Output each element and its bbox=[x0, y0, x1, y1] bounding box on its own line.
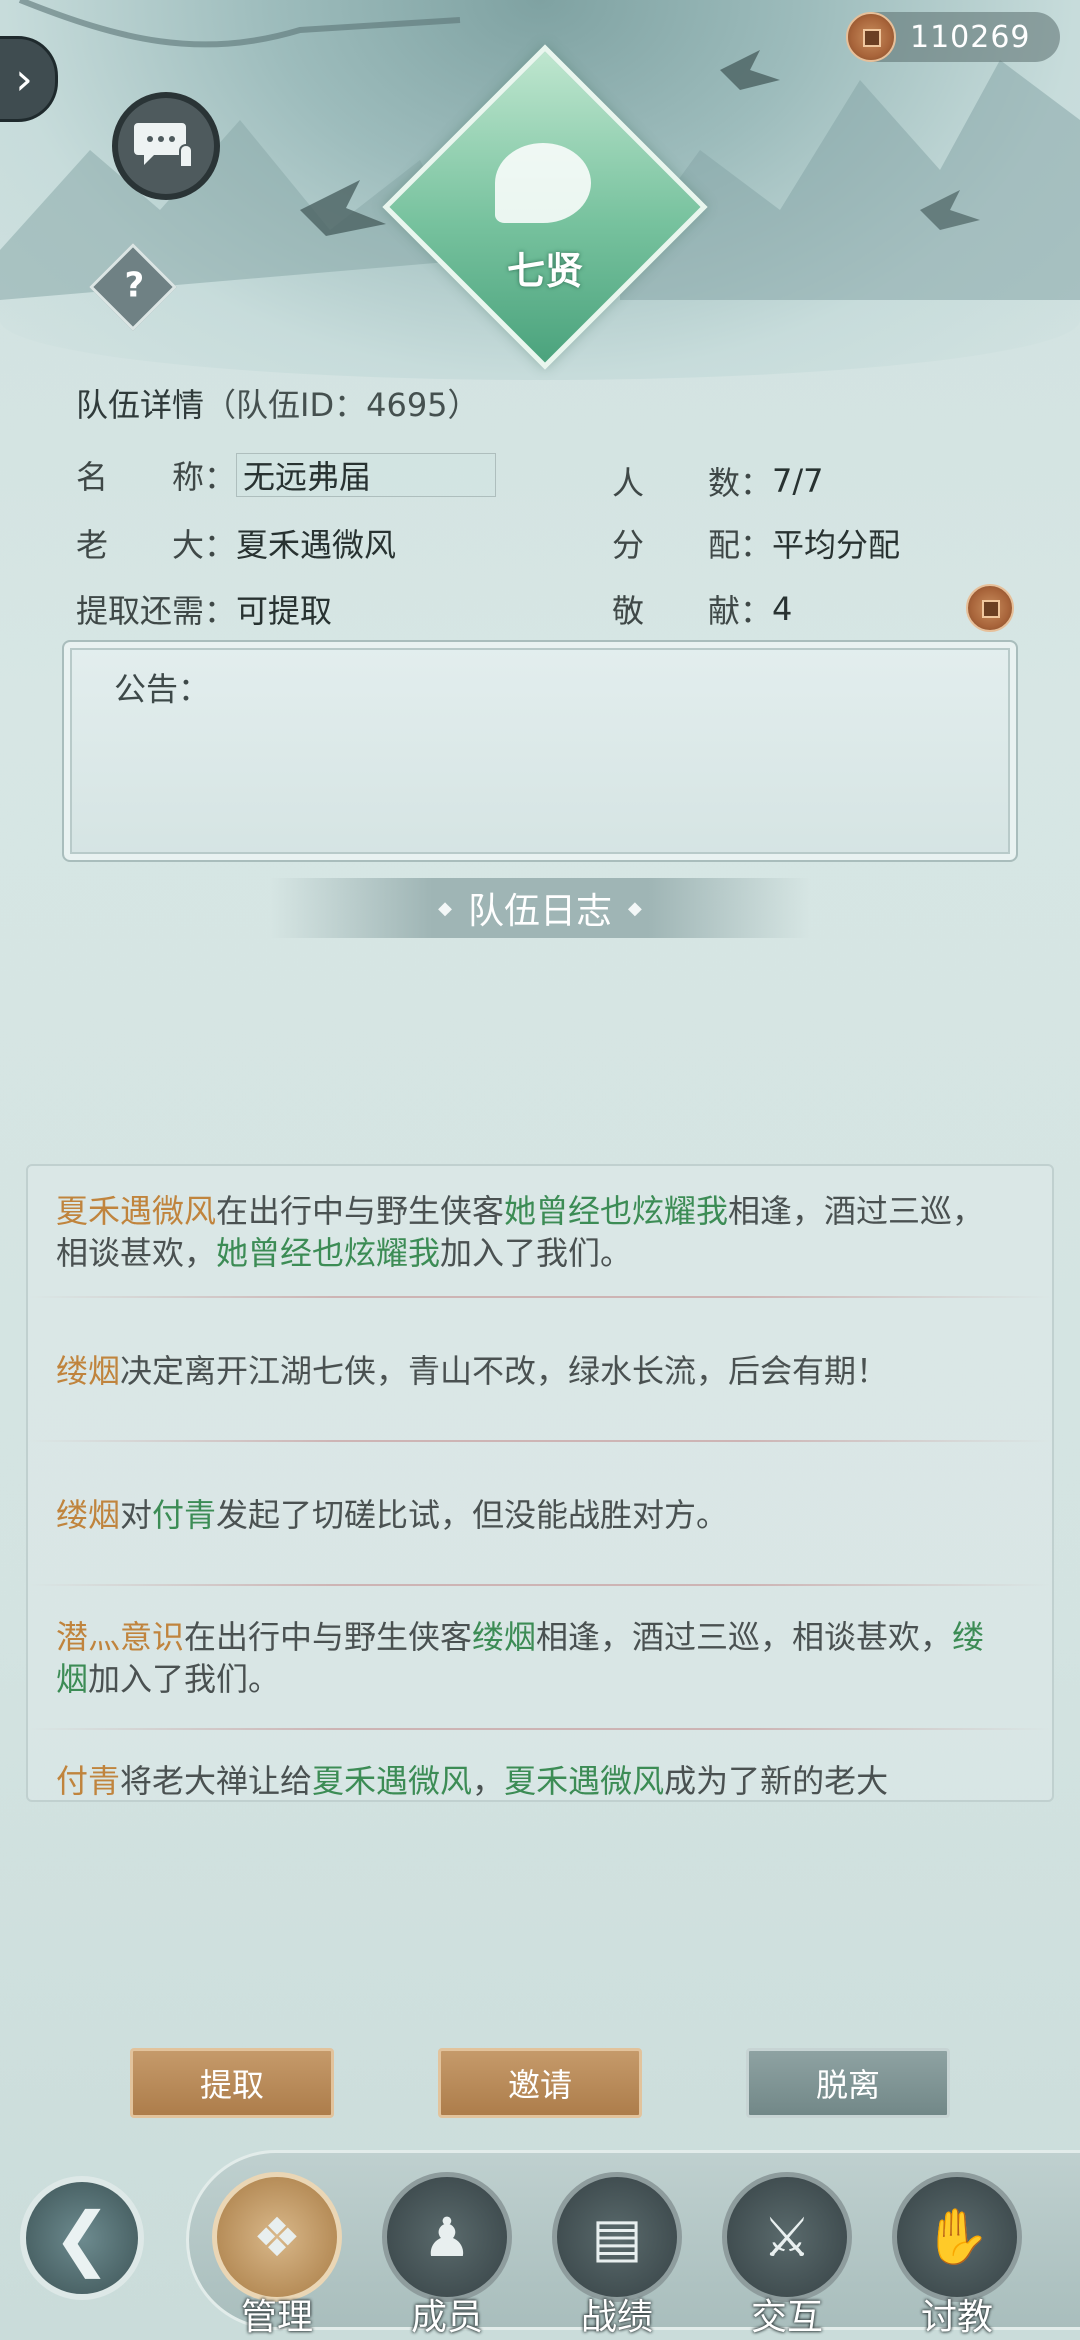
player-name[interactable]: 她曾经也炫耀我 bbox=[504, 1192, 728, 1230]
contribution-value: 4 bbox=[772, 590, 793, 628]
member-count-row: 人 数： 7/7 bbox=[612, 458, 824, 504]
leader-value: 夏禾遇微风 bbox=[236, 526, 397, 564]
log-divider bbox=[28, 1584, 1052, 1586]
log-entry: 潜灬意识在出行中与野生侠客缕烟相逢，酒过三巡，相谈甚欢，缕烟加入了我们。 bbox=[56, 1618, 985, 1698]
player-name[interactable]: 夏禾遇微风 bbox=[56, 1192, 216, 1230]
crossed-swords-icon: ⚔ bbox=[762, 2205, 812, 2269]
member-count-value: 7/7 bbox=[772, 462, 824, 500]
notice-board[interactable]: 公告： bbox=[62, 640, 1018, 862]
scroll-record-icon: ▤ bbox=[591, 2205, 643, 2269]
coin-amount: 110269 bbox=[910, 19, 1031, 55]
player-name[interactable]: 潜灬意识 bbox=[56, 1618, 184, 1656]
contribution-row: 敬 献： 4 bbox=[612, 586, 792, 632]
tab-label: 交互 bbox=[750, 2297, 823, 2338]
player-name[interactable]: 夏禾遇微风 bbox=[504, 1762, 664, 1800]
withdraw-label: 提取还需： bbox=[76, 592, 237, 630]
player-name[interactable]: 夏禾遇微风 bbox=[312, 1762, 472, 1800]
distribution-row: 分 配： 平均分配 bbox=[612, 520, 900, 566]
tab-records[interactable]: ▤ 战绩 bbox=[552, 2172, 682, 2340]
team-name-field[interactable] bbox=[236, 453, 497, 497]
withdraw-value: 可提取 bbox=[236, 592, 333, 630]
log-divider bbox=[28, 1440, 1052, 1442]
tab-members[interactable]: ♟ 成员 bbox=[382, 2172, 512, 2340]
team-log-header: ◆ 队伍日志 ◆ bbox=[270, 878, 810, 938]
team-name-row: 名 称： bbox=[76, 452, 497, 498]
leader-row: 老 大： 夏禾遇微风 bbox=[76, 520, 396, 566]
emblem-gourd-icon bbox=[495, 143, 591, 223]
chat-bubble-icon bbox=[134, 123, 193, 168]
chat-button[interactable] bbox=[112, 92, 220, 200]
member-count-label: 人 数： bbox=[612, 464, 773, 502]
copper-coin-icon bbox=[846, 12, 896, 62]
log-entry: 夏禾遇微风在出行中与野生侠客她曾经也炫耀我相逢，酒过三巡，相谈甚欢，她曾经也炫耀… bbox=[56, 1192, 985, 1272]
diamond-ornament-icon: ◆ bbox=[438, 897, 452, 919]
log-divider bbox=[28, 1296, 1052, 1298]
leader-label: 老 大： bbox=[76, 526, 237, 564]
team-log-list[interactable]: 夏禾遇微风在出行中与野生侠客她曾经也炫耀我相逢，酒过三巡，相谈甚欢，她曾经也炫耀… bbox=[26, 1164, 1054, 1802]
team-id: （队伍ID：4695） bbox=[204, 386, 480, 424]
coin-counter: 110269 bbox=[846, 12, 1060, 62]
bow-salute-icon: ✋ bbox=[923, 2205, 991, 2268]
team-name-label: 名 称： bbox=[76, 458, 237, 496]
player-name[interactable]: 付青 bbox=[56, 1762, 120, 1800]
members-icon: ♟ bbox=[422, 2205, 472, 2269]
tab-interact[interactable]: ⚔ 交互 bbox=[722, 2172, 852, 2340]
manage-emblem-icon: ❖ bbox=[252, 2205, 302, 2269]
distribution-value: 平均分配 bbox=[772, 526, 901, 564]
tab-label: 管理 bbox=[240, 2297, 313, 2338]
player-name[interactable]: 缕烟 bbox=[56, 1352, 120, 1390]
tab-manage[interactable]: ❖ 管理 bbox=[212, 2172, 342, 2340]
log-entry: 缕烟决定离开江湖七侠，青山不改，绿水长流，后会有期！ bbox=[56, 1352, 889, 1390]
player-name[interactable]: 缕烟 bbox=[472, 1618, 536, 1656]
contribution-label: 敬 献： bbox=[612, 592, 773, 630]
log-entry: 缕烟对付青发起了切磋比试，但没能战胜对方。 bbox=[56, 1496, 729, 1534]
player-name[interactable]: 付青 bbox=[152, 1496, 216, 1534]
back-button[interactable]: ❮ bbox=[20, 2176, 144, 2300]
withdraw-button[interactable]: 提取 bbox=[130, 2048, 334, 2118]
emblem-label: 七贤 bbox=[506, 248, 583, 293]
log-entry: 付青将老大禅让给夏禾遇微风，夏禾遇微风成为了新的老大 bbox=[56, 1762, 889, 1800]
distribution-label: 分 配： bbox=[612, 526, 773, 564]
notice-label: 公告： bbox=[114, 670, 211, 708]
tab-label: 讨教 bbox=[920, 2297, 993, 2338]
diamond-ornament-icon: ◆ bbox=[628, 897, 642, 919]
contribute-coin-icon[interactable] bbox=[966, 584, 1014, 632]
log-divider bbox=[28, 1728, 1052, 1730]
tab-label: 成员 bbox=[410, 2297, 483, 2338]
leave-team-button[interactable]: 脱离 bbox=[746, 2048, 950, 2118]
player-name[interactable]: 缕烟 bbox=[56, 1496, 120, 1534]
question-mark-icon: ? bbox=[124, 265, 145, 306]
back-arrow-icon: ❮ bbox=[52, 2197, 112, 2279]
player-name[interactable]: 她曾经也炫耀我 bbox=[216, 1234, 440, 1272]
tab-label: 战绩 bbox=[580, 2297, 653, 2338]
team-details-title: 队伍详情（队伍ID：4695） bbox=[76, 386, 480, 424]
withdraw-row: 提取还需： 可提取 bbox=[76, 586, 332, 632]
invite-button[interactable]: 邀请 bbox=[438, 2048, 642, 2118]
chevron-right-icon: › bbox=[15, 53, 33, 105]
team-log-title: 队伍日志 bbox=[467, 891, 612, 932]
tab-tutor[interactable]: ✋ 讨教 bbox=[892, 2172, 1022, 2340]
